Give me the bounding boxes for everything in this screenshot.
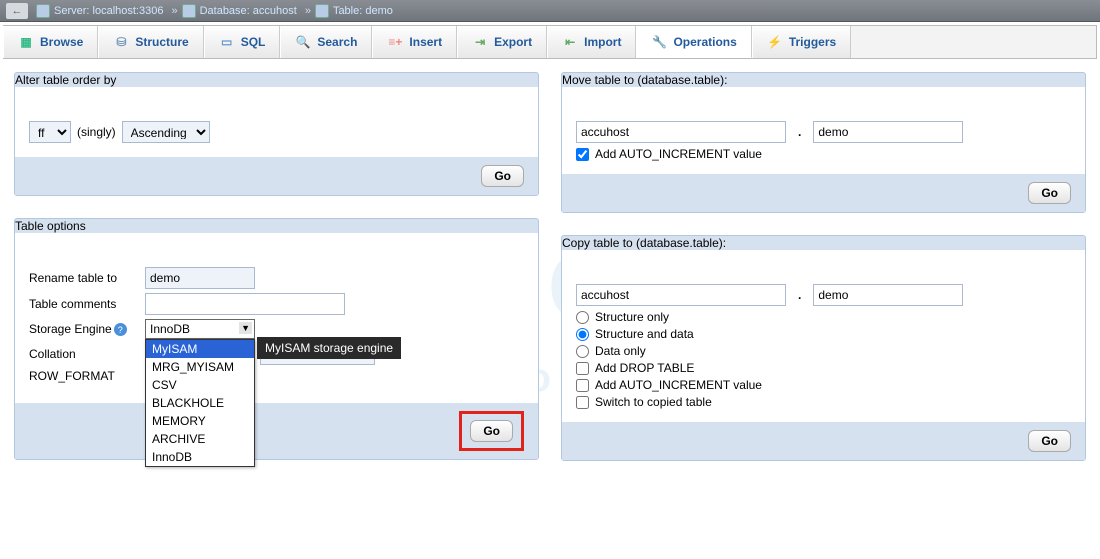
copy-opt-label: Structure and data [595, 327, 694, 341]
structure-icon: ⛁ [113, 34, 129, 50]
breadcrumb-server[interactable]: Server: localhost:3306 [54, 5, 163, 17]
copy-radio-structure-data[interactable] [576, 328, 589, 341]
move-autoinc-label: Add AUTO_INCREMENT value [595, 147, 762, 161]
triggers-icon: ⚡ [767, 34, 783, 50]
move-autoinc-checkbox[interactable] [576, 148, 589, 161]
rename-label: Rename table to [29, 271, 139, 285]
search-icon: 🔍 [295, 34, 311, 50]
tab-label: Triggers [789, 35, 836, 49]
breadcrumb-database[interactable]: Database: accuhost [200, 5, 297, 17]
go-button[interactable]: Go [481, 165, 524, 187]
rename-input[interactable] [145, 267, 255, 289]
copy-database-input[interactable] [576, 284, 786, 306]
tab-label: Search [317, 35, 357, 49]
tab-export[interactable]: ⇥ Export [457, 26, 547, 58]
tab-insert[interactable]: ≡+ Insert [372, 26, 457, 58]
go-button[interactable]: Go [1028, 182, 1071, 204]
help-icon[interactable]: ? [114, 323, 127, 336]
tab-label: Operations [673, 35, 736, 49]
tab-operations[interactable]: 🔧 Operations [636, 26, 751, 58]
copy-table-panel: Copy table to (database.table): . Struct… [561, 235, 1086, 461]
tab-label: Export [494, 35, 532, 49]
copy-radio-data-only[interactable] [576, 345, 589, 358]
table-icon [315, 4, 329, 18]
tab-label: Insert [409, 35, 442, 49]
rowformat-label: ROW_FORMAT [29, 369, 139, 383]
tab-triggers[interactable]: ⚡ Triggers [752, 26, 851, 58]
tab-label: Browse [40, 35, 83, 49]
copy-autoinc-checkbox[interactable] [576, 379, 589, 392]
storage-engine-select[interactable]: InnoDB [145, 319, 255, 339]
copy-table-input[interactable] [813, 284, 963, 306]
tab-label: Structure [135, 35, 188, 49]
comments-input[interactable] [145, 293, 345, 315]
dot-sep: . [798, 288, 801, 302]
panel-legend: Table options [15, 219, 538, 233]
tab-import[interactable]: ⇤ Import [547, 26, 636, 58]
breadcrumb-table[interactable]: Table: demo [333, 5, 393, 17]
copy-autoinc-label: Add AUTO_INCREMENT value [595, 378, 762, 392]
tab-browse[interactable]: ▦ Browse [3, 26, 98, 58]
tab-search[interactable]: 🔍 Search [280, 26, 372, 58]
engine-option-blackhole[interactable]: BLACKHOLE [146, 394, 254, 412]
tab-label: Import [584, 35, 621, 49]
storage-engine-dropdown: MyISAM MRG_MYISAM CSV BLACKHOLE MEMORY A… [145, 339, 255, 467]
table-options-panel: Table options Rename table to Table comm… [14, 218, 539, 460]
collation-label: Collation [29, 347, 139, 361]
back-button[interactable]: ← [6, 3, 28, 19]
order-mode-label: (singly) [77, 125, 116, 139]
move-table-input[interactable] [813, 121, 963, 143]
copy-radio-structure-only[interactable] [576, 311, 589, 324]
copy-switch-checkbox[interactable] [576, 396, 589, 409]
tab-label: SQL [241, 35, 266, 49]
copy-drop-checkbox[interactable] [576, 362, 589, 375]
operations-icon: 🔧 [651, 34, 667, 50]
tab-sql[interactable]: ▭ SQL [204, 26, 281, 58]
tabs: ▦ Browse ⛁ Structure ▭ SQL 🔍 Search ≡+ Insert… [3, 25, 1097, 59]
order-direction-select[interactable]: Ascending [122, 121, 210, 143]
engine-option-mrg[interactable]: MRG_MYISAM [146, 358, 254, 376]
copy-switch-label: Switch to copied table [595, 395, 712, 409]
import-icon: ⇤ [562, 34, 578, 50]
comments-label: Table comments [29, 297, 139, 311]
breadcrumb-sep: » [171, 5, 177, 17]
breadcrumb: ← Server: localhost:3306 » Database: acc… [0, 0, 1100, 22]
engine-option-memory[interactable]: MEMORY [146, 412, 254, 430]
move-database-input[interactable] [576, 121, 786, 143]
breadcrumb-sep: » [305, 5, 311, 17]
go-button[interactable]: Go [470, 420, 513, 442]
insert-icon: ≡+ [387, 34, 403, 50]
engine-option-csv[interactable]: CSV [146, 376, 254, 394]
server-icon [36, 4, 50, 18]
engine-tooltip: MyISAM storage engine [257, 337, 401, 359]
sql-icon: ▭ [219, 34, 235, 50]
order-column-select[interactable]: ff [29, 121, 71, 143]
alter-order-panel: Alter table order by ff (singly) Ascendi… [14, 72, 539, 196]
panel-legend: Copy table to (database.table): [562, 236, 1085, 250]
export-icon: ⇥ [472, 34, 488, 50]
copy-drop-label: Add DROP TABLE [595, 361, 694, 375]
engine-option-myisam[interactable]: MyISAM [146, 340, 254, 358]
tab-structure[interactable]: ⛁ Structure [98, 26, 203, 58]
go-highlight: Go [459, 411, 524, 451]
browse-icon: ▦ [18, 34, 34, 50]
database-icon [182, 4, 196, 18]
dot-sep: . [798, 125, 801, 139]
engine-option-archive[interactable]: ARCHIVE [146, 430, 254, 448]
storage-label: Storage Engine? [29, 322, 139, 337]
copy-opt-label: Structure only [595, 310, 669, 324]
move-table-panel: Move table to (database.table): . Add AU… [561, 72, 1086, 213]
panel-legend: Alter table order by [15, 73, 538, 87]
go-button[interactable]: Go [1028, 430, 1071, 452]
panel-legend: Move table to (database.table): [562, 73, 1085, 87]
engine-option-innodb[interactable]: InnoDB [146, 448, 254, 466]
copy-opt-label: Data only [595, 344, 646, 358]
